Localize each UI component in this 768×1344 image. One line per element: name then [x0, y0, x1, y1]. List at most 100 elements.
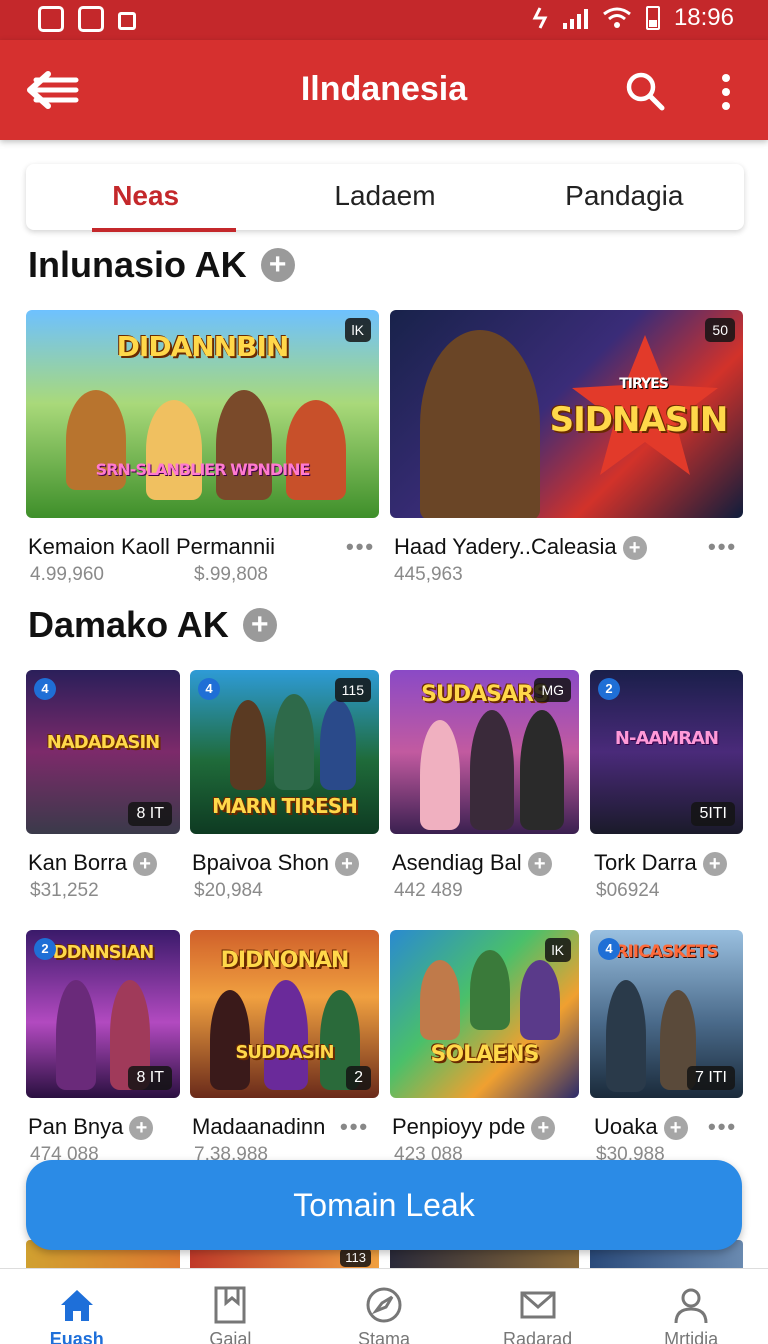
game-title-text: Bpaivoa Shon [192, 850, 329, 875]
game-stat: 4.99,960 [30, 564, 104, 585]
card-badge: MG [534, 678, 571, 702]
app-notification-icon [78, 6, 104, 32]
character-art [274, 694, 314, 790]
card-badge: 115 [334, 678, 371, 702]
game-title-text: Asendiag Bal [392, 850, 522, 875]
character-art [520, 710, 564, 830]
compass-icon [366, 1287, 402, 1323]
bottom-navigation: Euash Gaial Stama Radarad Mrtidia [0, 1268, 768, 1344]
game-card[interactable]: MARN TIRESH 4 115 [190, 670, 379, 834]
game-title[interactable]: Uoaka + [594, 1114, 688, 1141]
game-card[interactable]: SOLAENS lK [390, 930, 579, 1098]
more-options-icon[interactable]: ••• [708, 1114, 737, 1140]
tab-ladaem[interactable]: Ladaem [265, 164, 504, 230]
character-art [320, 700, 356, 790]
game-card[interactable]: DDNNSIAN 2 8 IT [26, 930, 180, 1098]
game-title[interactable]: Haad Yadery..Caleasia + [394, 534, 647, 561]
featured-game-card-2[interactable]: SIDNASIN TIRYES 50 [390, 310, 743, 518]
add-icon[interactable]: + [622, 536, 647, 561]
character-art [470, 710, 514, 830]
nav-label: Radarad [503, 1329, 573, 1344]
profile-icon [674, 1288, 708, 1324]
game-stat: 442 489 [394, 880, 463, 901]
add-icon[interactable]: + [335, 852, 359, 877]
card-badge: 7 ITI [686, 1066, 735, 1090]
nav-item-mrtidia[interactable]: Mrtidia [614, 1269, 768, 1344]
add-icon[interactable]: + [129, 1116, 154, 1141]
more-vert-icon[interactable] [716, 72, 736, 112]
system-icons: 18:96 [531, 4, 734, 32]
game-card[interactable]: NADADASIN 4 8 IT [26, 670, 180, 834]
character-art [56, 980, 96, 1090]
character-art [420, 330, 540, 518]
game-art-title: DIDNONAN [220, 948, 350, 973]
character-art [216, 390, 272, 500]
game-price: $.99,808 [194, 564, 268, 585]
game-art-subtitle: SRN-SLANBLIER WPNDINE [95, 460, 311, 479]
add-icon[interactable]: + [663, 1116, 688, 1141]
add-icon[interactable]: + [531, 1116, 556, 1141]
search-icon[interactable] [624, 70, 666, 112]
game-title[interactable]: Pan Bnya + [28, 1114, 154, 1141]
tab-neas[interactable]: Neas [26, 164, 265, 232]
game-title[interactable]: Madaanadinn [192, 1114, 325, 1140]
gallery-notification-icon [38, 6, 64, 32]
game-title[interactable]: Bpaivoa Shon + [192, 850, 359, 877]
game-title[interactable]: Penpioyy pde + [392, 1114, 556, 1141]
primary-action-button[interactable]: Tomain Leak [26, 1160, 742, 1250]
rank-badge: 4 [198, 678, 220, 700]
add-icon[interactable]: + [702, 852, 727, 877]
section-heading-1: Inlunasio AK + [28, 244, 295, 286]
nav-label: Mrtidia [664, 1329, 719, 1344]
game-price: $31,252 [30, 880, 99, 901]
game-title[interactable]: Tork Darra + [594, 850, 727, 877]
game-price: $20,984 [194, 880, 263, 901]
vibrate-icon [532, 7, 548, 29]
add-section-button[interactable]: + [260, 248, 295, 282]
game-stat: 445,963 [394, 564, 463, 585]
nav-item-home[interactable]: Euash [0, 1269, 154, 1344]
game-title[interactable]: Kemaion Kaoll Permannii [28, 534, 275, 560]
game-title-text: Haad Yadery..Caleasia [394, 534, 617, 559]
tab-pandagia[interactable]: Pandagia [505, 164, 744, 230]
game-title[interactable]: Asendiag Bal + [392, 850, 552, 877]
game-card[interactable]: RIICASKETS 4 7 ITI [590, 930, 743, 1098]
nav-item-stama[interactable]: Stama [307, 1269, 461, 1344]
mail-icon [520, 1291, 556, 1319]
character-art [264, 980, 308, 1090]
status-bar: 18:96 [0, 0, 768, 40]
game-price: $06924 [596, 880, 660, 901]
game-title-text: Uoaka [594, 1114, 658, 1139]
character-art [210, 990, 250, 1090]
more-options-icon[interactable]: ••• [346, 534, 375, 560]
rank-badge: 2 [598, 678, 620, 700]
app-bar: Ilndanesia [0, 40, 768, 140]
add-section-button[interactable]: + [242, 608, 277, 642]
nav-item-gaial[interactable]: Gaial [154, 1269, 308, 1344]
lock-icon [118, 12, 136, 30]
card-badge: lK [344, 318, 371, 342]
game-art-title: SIDNASIN [549, 400, 729, 440]
game-card[interactable]: SUDASARS MG [390, 670, 579, 834]
game-card[interactable]: N-AAMRAN 2 5ITI [590, 670, 743, 834]
more-options-icon[interactable]: ••• [340, 1114, 369, 1140]
game-art-title: MARN TIRESH [212, 794, 358, 818]
card-badge: lK [544, 938, 571, 962]
card-badge: 2 [346, 1066, 371, 1090]
add-icon[interactable]: + [133, 852, 158, 877]
game-card[interactable]: DIDNONAN SUDDASIN 2 [190, 930, 379, 1098]
game-title[interactable]: Kan Borra + [28, 850, 158, 877]
clock: 18:96 [673, 4, 734, 31]
card-badge: 113 [340, 1248, 371, 1267]
game-title-text: Penpioyy pde [392, 1114, 526, 1139]
card-badge: 8 IT [128, 802, 172, 826]
more-options-icon[interactable]: ••• [708, 534, 737, 560]
rank-badge: 2 [34, 938, 56, 960]
nav-label: Gaial [209, 1329, 252, 1344]
character-art [520, 960, 560, 1040]
nav-item-radarad[interactable]: Radarad [461, 1269, 615, 1344]
featured-game-card-1[interactable]: DIDANNBIN SRN-SLANBLIER WPNDINE lK [26, 310, 379, 518]
character-art [470, 950, 510, 1030]
notification-icons [38, 6, 136, 32]
add-icon[interactable]: + [527, 852, 552, 877]
